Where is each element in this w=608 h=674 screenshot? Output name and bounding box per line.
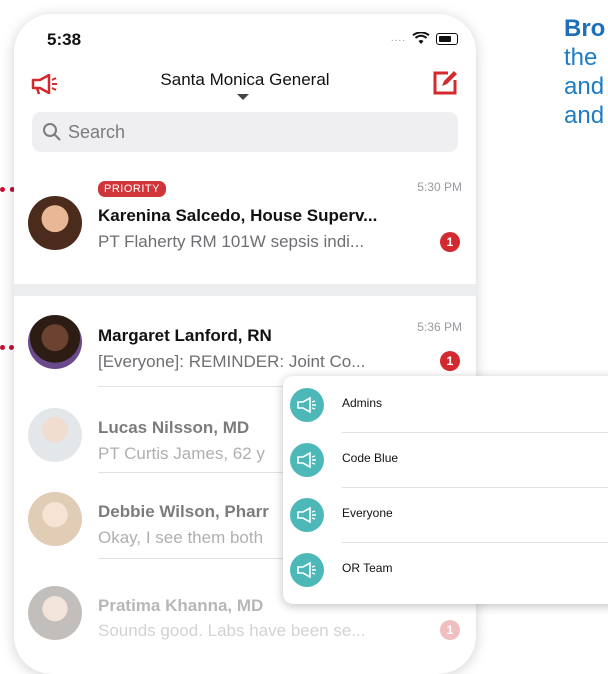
header-title[interactable]: Santa Monica General	[14, 70, 476, 90]
broadcast-item-code-blue[interactable]: Code Blue	[283, 433, 608, 488]
conversation-time: 5:36 PM	[417, 320, 462, 334]
battery-icon	[436, 32, 458, 45]
avatar	[28, 492, 82, 546]
unread-badge: 1	[440, 232, 460, 252]
status-icons: ....	[391, 32, 458, 45]
broadcast-list-popup: Admins Code Blue Everyone OR Team	[283, 376, 608, 604]
side-text-line: the	[564, 44, 598, 71]
conversation-name: Debbie Wilson, Pharr	[98, 502, 269, 521]
broadcast-item-label: Admins	[342, 396, 383, 410]
conversation-row-margaret[interactable]: Margaret Lanford, RN [Everyone]: REMINDE…	[14, 296, 476, 386]
conversation-name: Margaret Lanford, RN	[98, 326, 272, 345]
section-divider	[14, 284, 476, 296]
avatar	[28, 196, 82, 250]
chevron-down-icon[interactable]	[237, 94, 249, 100]
broadcast-item-everyone[interactable]: Everyone	[283, 488, 608, 543]
megaphone-icon	[290, 388, 324, 422]
search-placeholder: Search	[68, 122, 126, 142]
avatar	[28, 408, 82, 462]
callout-dotted-line-broadcast	[0, 345, 14, 350]
conversation-preview: PT Flaherty RM 101W sepsis indi...	[98, 232, 365, 251]
compose-icon[interactable]	[432, 70, 458, 96]
conversation-preview: [Everyone]: REMINDER: Joint Co...	[98, 352, 366, 371]
status-time: 5:38	[47, 30, 82, 49]
broadcast-item-label: Everyone	[342, 506, 393, 520]
conversation-row-karenina[interactable]: Karenina Salcedo, House Superv... PT Fla…	[14, 164, 476, 284]
priority-badge: PRIORITY	[98, 181, 166, 197]
conversation-preview: Okay, I see them both	[98, 528, 264, 547]
conversation-name: Pratima Khanna, MD	[98, 596, 264, 615]
conversation-name: Karenina Salcedo, House Superv...	[98, 206, 378, 225]
side-annotation-text: Bro the and and	[564, 14, 605, 130]
search-icon	[43, 123, 61, 141]
conversation-name: Lucas Nilsson, MD	[98, 418, 250, 437]
megaphone-icon	[290, 443, 324, 477]
broadcast-item-admins[interactable]: Admins	[283, 378, 608, 433]
broadcast-item-label: OR Team	[342, 561, 393, 575]
conversation-preview: PT Curtis James, 62 y	[98, 444, 265, 463]
unread-badge: 1	[440, 620, 460, 640]
wifi-icon	[412, 32, 430, 44]
conversation-time: 5:30 PM	[417, 180, 462, 194]
search-input[interactable]: Search	[32, 112, 458, 152]
megaphone-icon	[290, 553, 324, 587]
side-text-line: and	[564, 73, 605, 100]
broadcast-item-or-team[interactable]: OR Team	[283, 543, 608, 598]
signal-dots-icon: ....	[390, 33, 406, 44]
avatar	[28, 315, 82, 369]
unread-badge: 1	[440, 351, 460, 371]
side-text-line: and	[564, 102, 605, 129]
broadcast-item-label: Code Blue	[342, 451, 399, 465]
avatar	[28, 586, 82, 640]
conversation-preview: Sounds good. Labs have been se...	[98, 621, 366, 640]
side-text-line: Bro	[564, 15, 606, 42]
megaphone-icon	[290, 498, 324, 532]
